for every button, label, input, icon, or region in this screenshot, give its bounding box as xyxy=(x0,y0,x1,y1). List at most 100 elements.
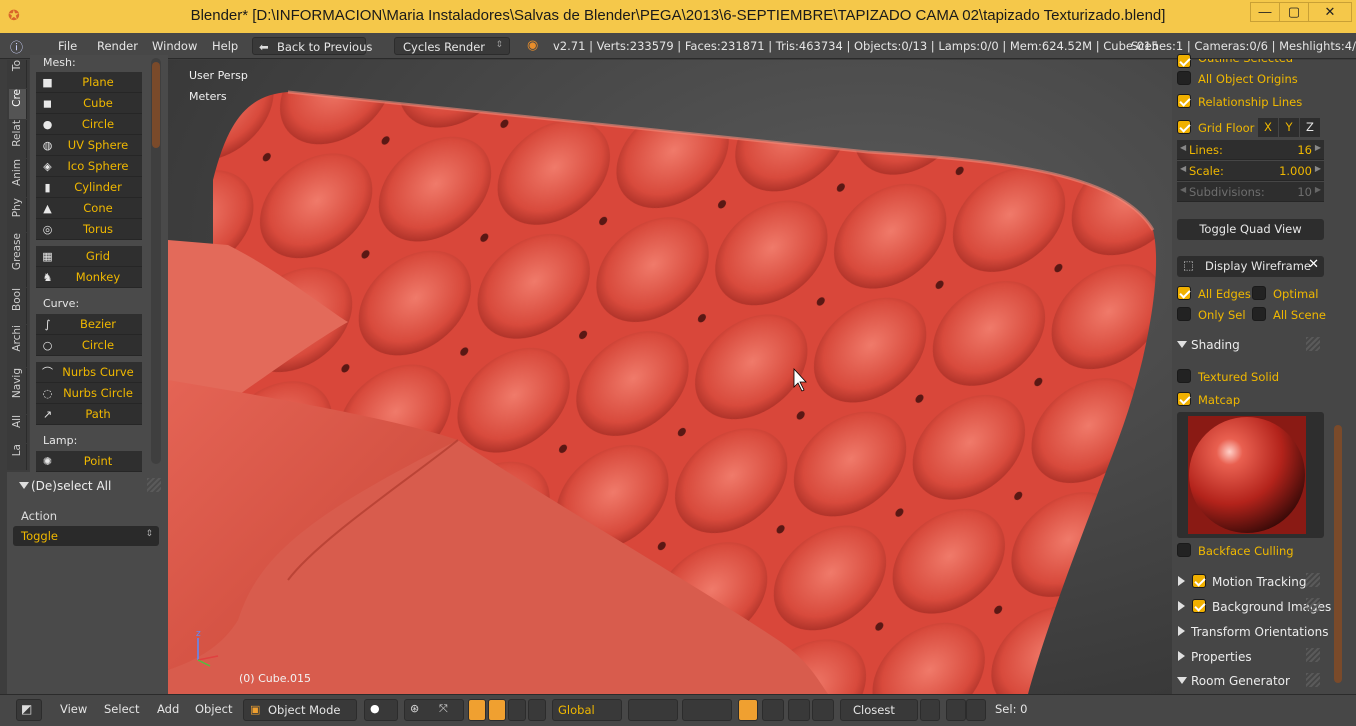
tab-animation[interactable]: Anim xyxy=(9,159,27,197)
add-torus-button[interactable]: ◎ Torus xyxy=(36,219,142,240)
add-nurbs-curve-button[interactable]: ⌒ Nurbs Curve xyxy=(36,362,142,383)
snap-magnet-icon[interactable] xyxy=(788,699,810,721)
tab-la[interactable]: La xyxy=(9,444,27,470)
add-grid-button[interactable]: ▦ Grid xyxy=(36,246,142,267)
increment-arrow-icon[interactable]: ▶ xyxy=(1315,185,1321,194)
properties-header[interactable]: Properties xyxy=(1191,650,1252,664)
toggle-quad-view-button[interactable]: Toggle Quad View xyxy=(1177,219,1324,240)
close-icon[interactable]: ✕ xyxy=(1308,257,1319,272)
menu-file[interactable]: File xyxy=(58,39,77,53)
drag-grip-icon[interactable] xyxy=(1306,337,1320,351)
tab-create[interactable]: Cre xyxy=(9,89,27,119)
drag-grip-icon[interactable] xyxy=(1306,673,1320,687)
relationship-lines-checkbox[interactable] xyxy=(1177,94,1191,108)
add-ico-sphere-button[interactable]: ◈ Ico Sphere xyxy=(36,156,142,177)
rotate-icon[interactable] xyxy=(508,699,526,721)
menu-help[interactable]: Help xyxy=(212,39,238,53)
render-icon[interactable] xyxy=(946,699,966,721)
maximize-button[interactable]: ▢ xyxy=(1279,2,1309,22)
menu-object[interactable]: Object xyxy=(195,702,232,716)
close-button[interactable]: ✕ xyxy=(1308,2,1352,22)
transform-orientations-header[interactable]: Transform Orientations xyxy=(1191,625,1329,639)
shading-collapse-triangle-icon[interactable] xyxy=(1177,341,1187,348)
menu-add[interactable]: Add xyxy=(157,702,179,716)
all-edges-checkbox[interactable] xyxy=(1177,286,1191,300)
grid-subdivisions-field[interactable]: ◀ Subdivisions: 10 ▶ xyxy=(1177,182,1324,202)
add-cube-button[interactable]: ◼ Cube xyxy=(36,93,142,114)
shading-header[interactable]: Shading xyxy=(1191,338,1240,352)
proportional-edit-icon[interactable] xyxy=(762,699,784,721)
interaction-mode-select[interactable]: ▣ Object Mode xyxy=(243,699,357,721)
drag-grip-icon[interactable] xyxy=(1306,573,1320,587)
tab-archimesh[interactable]: Archi xyxy=(9,325,27,367)
grid-lines-field[interactable]: ◀ Lines: 16 ▶ xyxy=(1177,140,1324,160)
background-images-checkbox[interactable] xyxy=(1192,599,1206,613)
snap-target-select[interactable]: Closest xyxy=(840,699,918,721)
translate-manipulator-toggle[interactable] xyxy=(468,699,486,721)
motion-tracking-checkbox[interactable] xyxy=(1192,574,1206,588)
background-images-expand-icon[interactable] xyxy=(1178,601,1185,611)
add-path-button[interactable]: ↗ Path xyxy=(36,404,142,425)
add-cone-button[interactable]: ▲ Cone xyxy=(36,198,142,219)
drag-grip-icon[interactable] xyxy=(147,478,161,492)
decrement-arrow-icon[interactable]: ◀ xyxy=(1180,164,1186,173)
menu-select[interactable]: Select xyxy=(104,702,139,716)
action-select[interactable]: Toggle ⇕ xyxy=(13,526,159,546)
tab-navigation[interactable]: Navig xyxy=(9,368,27,414)
tool-panel-scrollbar[interactable] xyxy=(151,58,161,464)
snap-element-icon[interactable] xyxy=(812,699,834,721)
info-editor-icon[interactable]: ⓘ xyxy=(10,37,28,56)
add-bezier-circle-button[interactable]: ○ Circle xyxy=(36,335,142,356)
rotate-manipulator-toggle[interactable] xyxy=(488,699,506,721)
tab-relations[interactable]: Relat xyxy=(9,120,27,158)
all-object-origins-checkbox[interactable] xyxy=(1177,71,1191,85)
drag-grip-icon[interactable] xyxy=(1306,598,1320,612)
pivot-and-manipulator-toggle[interactable]: ⊛ ⤧ xyxy=(404,699,464,721)
increment-arrow-icon[interactable]: ▶ xyxy=(1315,143,1321,152)
tab-all[interactable]: All xyxy=(9,415,27,443)
align-rotation-icon[interactable] xyxy=(920,699,940,721)
menu-window[interactable]: Window xyxy=(152,39,197,53)
add-monkey-button[interactable]: ♞ Monkey xyxy=(36,267,142,288)
render-engine-select[interactable]: Cycles Render ⇕ xyxy=(394,37,510,55)
tab-bool[interactable]: Bool xyxy=(9,288,27,324)
grid-scale-field[interactable]: ◀ Scale: 1.000 ▶ xyxy=(1177,161,1324,181)
tab-tools[interactable]: To xyxy=(9,60,27,88)
properties-scrollbar-thumb[interactable] xyxy=(1334,425,1342,683)
add-uv-sphere-button[interactable]: ◍ UV Sphere xyxy=(36,135,142,156)
add-plane-button[interactable]: ■ Plane xyxy=(36,72,142,93)
all-scene-checkbox[interactable] xyxy=(1252,307,1266,321)
scale-icon[interactable] xyxy=(528,699,546,721)
transform-orientation-select[interactable]: Global xyxy=(552,699,622,721)
axis-y-toggle[interactable]: Y xyxy=(1279,118,1299,137)
increment-arrow-icon[interactable]: ▶ xyxy=(1315,164,1321,173)
add-point-lamp-button[interactable]: ✺ Point xyxy=(36,451,142,472)
grid-floor-checkbox[interactable] xyxy=(1177,120,1191,134)
matcap-checkbox[interactable] xyxy=(1177,392,1191,406)
back-to-previous-button[interactable]: ⬅ Back to Previous xyxy=(252,37,372,55)
matcap-preview-frame[interactable] xyxy=(1177,412,1324,538)
motion-tracking-expand-icon[interactable] xyxy=(1178,576,1185,586)
viewport-shading-select[interactable]: ● xyxy=(364,699,398,721)
axis-x-toggle[interactable]: X xyxy=(1258,118,1278,137)
axis-z-toggle[interactable]: Z xyxy=(1300,118,1320,137)
add-bezier-button[interactable]: ∫ Bezier xyxy=(36,314,142,335)
decrement-arrow-icon[interactable]: ◀ xyxy=(1180,185,1186,194)
menu-view[interactable]: View xyxy=(60,702,87,716)
collapse-triangle-icon[interactable] xyxy=(19,482,29,489)
only-sel-checkbox[interactable] xyxy=(1177,307,1191,321)
layer-buttons-a[interactable] xyxy=(628,699,678,721)
tab-physics[interactable]: Phy xyxy=(9,198,27,232)
drag-grip-icon[interactable] xyxy=(1306,648,1320,662)
add-nurbs-circle-button[interactable]: ◌ Nurbs Circle xyxy=(36,383,142,404)
properties-expand-icon[interactable] xyxy=(1178,651,1185,661)
minimize-button[interactable]: — xyxy=(1250,2,1280,22)
add-cylinder-button[interactable]: ▮ Cylinder xyxy=(36,177,142,198)
backface-culling-checkbox[interactable] xyxy=(1177,543,1191,557)
room-generator-header[interactable]: Room Generator xyxy=(1191,674,1290,688)
outline-selected-checkbox[interactable] xyxy=(1177,54,1191,68)
scrollbar-thumb[interactable] xyxy=(152,62,160,148)
menu-render[interactable]: Render xyxy=(97,39,138,53)
add-circle-button[interactable]: ● Circle xyxy=(36,114,142,135)
motion-tracking-header[interactable]: Motion Tracking xyxy=(1212,575,1306,589)
